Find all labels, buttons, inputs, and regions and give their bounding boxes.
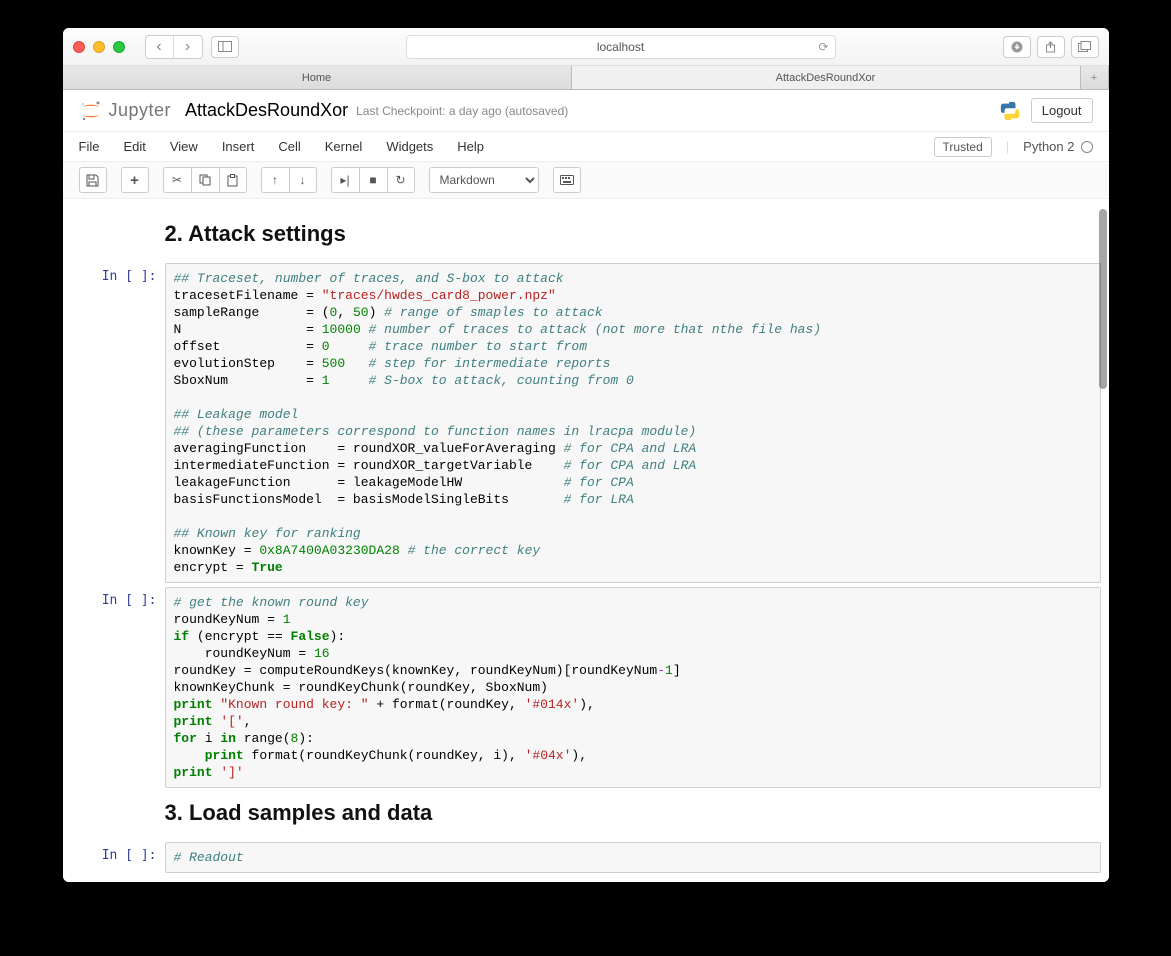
- scrollbar[interactable]: [1095, 199, 1109, 882]
- code-content[interactable]: # get the known round key roundKeyNum = …: [174, 594, 1092, 781]
- heading-load-samples: 3. Load samples and data: [165, 800, 1101, 826]
- jupyter-logo[interactable]: Jupyter: [79, 99, 172, 123]
- command-palette-button[interactable]: [553, 167, 581, 193]
- back-button[interactable]: ‹: [146, 36, 174, 58]
- forward-button[interactable]: ›: [174, 36, 202, 58]
- nav-buttons: ‹ ›: [145, 35, 203, 59]
- run-button[interactable]: ▸|: [331, 167, 359, 193]
- code-cell-2[interactable]: In [ ]: # get the known round key roundK…: [71, 587, 1101, 788]
- code-cell-3[interactable]: In [ ]: # Readout: [71, 842, 1101, 873]
- code-content[interactable]: ## Traceset, number of traces, and S-box…: [174, 270, 1092, 576]
- jupyter-label: Jupyter: [109, 100, 172, 121]
- notebook-header: Jupyter AttackDesRoundXor Last Checkpoin…: [63, 90, 1109, 132]
- tabs-button[interactable]: [1071, 36, 1099, 58]
- reload-icon[interactable]: ⟳: [818, 40, 828, 54]
- menu-insert[interactable]: Insert: [222, 139, 255, 154]
- sidebar-toggle-button[interactable]: [211, 36, 239, 58]
- traffic-lights: [73, 41, 125, 53]
- code-content[interactable]: # Readout: [174, 849, 1092, 866]
- cut-button[interactable]: ✂: [163, 167, 191, 193]
- save-button[interactable]: [79, 167, 107, 193]
- notebook-title[interactable]: AttackDesRoundXor: [185, 100, 348, 121]
- browser-tab-home[interactable]: Home: [63, 66, 572, 89]
- copy-button[interactable]: [191, 167, 219, 193]
- menu-kernel[interactable]: Kernel: [325, 139, 363, 154]
- downloads-button[interactable]: [1003, 36, 1031, 58]
- kernel-indicator[interactable]: Python 2: [1023, 139, 1092, 154]
- restart-button[interactable]: ↻: [387, 167, 415, 193]
- notebook-area[interactable]: 2. Attack settings In [ ]: ## Traceset, …: [63, 199, 1109, 882]
- page-content: Jupyter AttackDesRoundXor Last Checkpoin…: [63, 90, 1109, 882]
- close-window-button[interactable]: [73, 41, 85, 53]
- move-up-button[interactable]: ↑: [261, 167, 289, 193]
- toolbar: + ✂ ↑ ↓ ▸| ■ ↻: [63, 162, 1109, 199]
- add-cell-button[interactable]: +: [121, 167, 149, 193]
- scrollbar-thumb[interactable]: [1099, 209, 1107, 389]
- heading-attack-settings: 2. Attack settings: [165, 221, 1101, 247]
- prompt: In [ ]:: [71, 842, 165, 873]
- menu-help[interactable]: Help: [457, 139, 484, 154]
- python-icon: [999, 100, 1021, 122]
- stop-button[interactable]: ■: [359, 167, 387, 193]
- share-button[interactable]: [1037, 36, 1065, 58]
- menu-file[interactable]: File: [79, 139, 100, 154]
- new-tab-button[interactable]: +: [1081, 66, 1109, 89]
- browser-window: ‹ › localhost ⟳: [63, 28, 1109, 882]
- address-bar[interactable]: localhost ⟳: [406, 35, 836, 59]
- kernel-status-icon: [1081, 141, 1093, 153]
- code-cell-1[interactable]: In [ ]: ## Traceset, number of traces, a…: [71, 263, 1101, 583]
- minimize-window-button[interactable]: [93, 41, 105, 53]
- prompt: In [ ]:: [71, 263, 165, 583]
- menu-widgets[interactable]: Widgets: [386, 139, 433, 154]
- menubar: File Edit View Insert Cell Kernel Widget…: [63, 132, 1109, 162]
- browser-tab-notebook[interactable]: AttackDesRoundXor: [572, 66, 1081, 89]
- browser-tab-bar: Home AttackDesRoundXor +: [63, 66, 1109, 90]
- prompt: In [ ]:: [71, 587, 165, 788]
- jupyter-icon: [79, 99, 103, 123]
- address-text: localhost: [597, 40, 644, 54]
- zoom-window-button[interactable]: [113, 41, 125, 53]
- titlebar: ‹ › localhost ⟳: [63, 28, 1109, 66]
- cell-type-select[interactable]: Markdown: [429, 167, 539, 193]
- trusted-indicator[interactable]: Trusted: [934, 137, 992, 157]
- checkpoint-status: Last Checkpoint: a day ago (autosaved): [356, 104, 568, 118]
- markdown-cell[interactable]: 3. Load samples and data: [71, 792, 1101, 838]
- menu-edit[interactable]: Edit: [123, 139, 145, 154]
- move-down-button[interactable]: ↓: [289, 167, 317, 193]
- markdown-cell[interactable]: 2. Attack settings: [71, 213, 1101, 259]
- menu-view[interactable]: View: [170, 139, 198, 154]
- logout-button[interactable]: Logout: [1031, 98, 1093, 123]
- menu-cell[interactable]: Cell: [278, 139, 300, 154]
- paste-button[interactable]: [219, 167, 247, 193]
